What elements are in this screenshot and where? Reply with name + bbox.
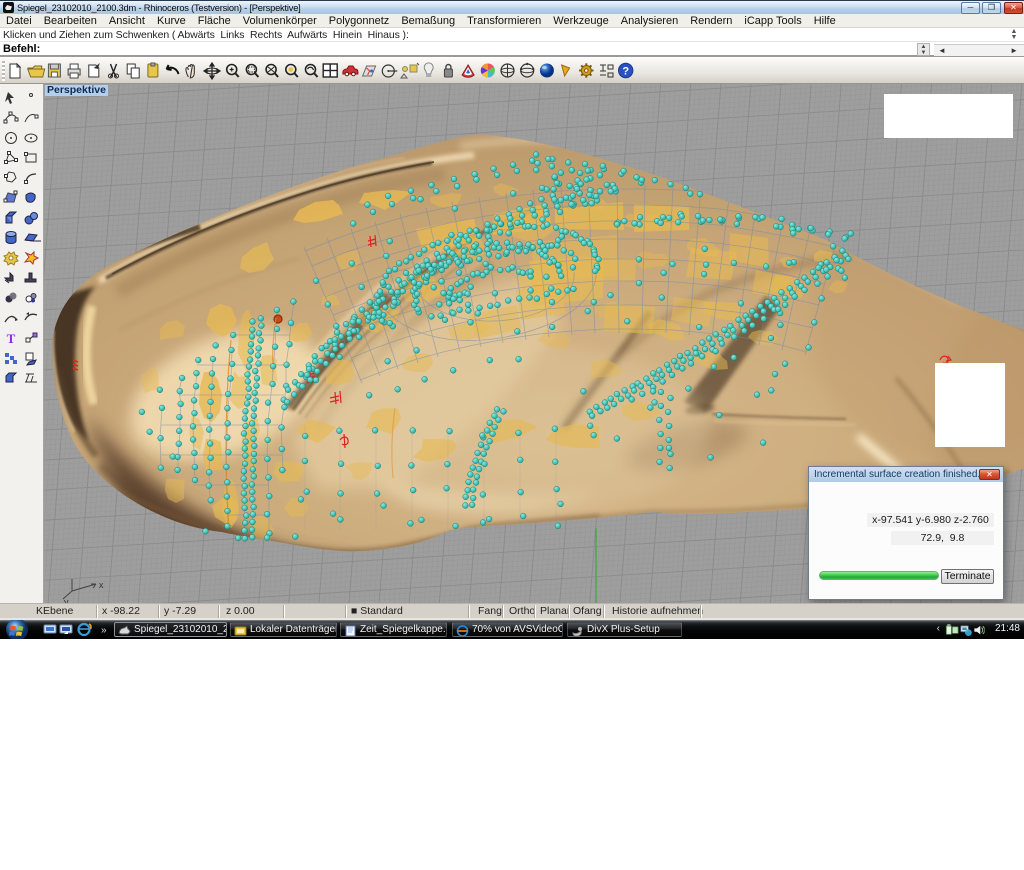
svg-text:»: »	[101, 625, 107, 636]
svg-text:T: T	[7, 331, 16, 346]
svg-text:x: x	[99, 580, 104, 590]
svg-text:?: ?	[622, 66, 629, 78]
